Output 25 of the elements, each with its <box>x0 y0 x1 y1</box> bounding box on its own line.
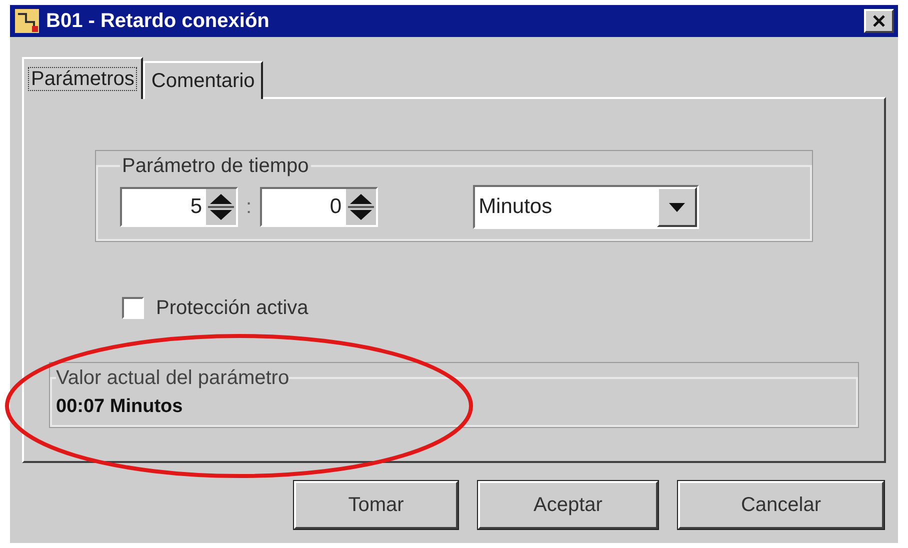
spin-field[interactable]: 5 <box>120 187 238 227</box>
spinner-arrows-icon[interactable] <box>206 189 236 225</box>
dialog-button[interactable]: Tomar <box>294 481 458 529</box>
close-button[interactable] <box>864 9 894 33</box>
dialog-button[interactable]: Cancelar <box>678 481 884 529</box>
dialog-button[interactable]: Aceptar <box>478 481 658 529</box>
group-title: Parámetro de tiempo <box>121 154 310 179</box>
tab[interactable]: Parámetros <box>22 57 144 99</box>
current-value: 00:07 Minutos <box>56 395 184 419</box>
dropdown-button[interactable] <box>656 187 697 227</box>
spin-value: 0 <box>328 194 343 220</box>
spin-value: 5 <box>189 194 203 220</box>
tab[interactable]: Comentario <box>143 61 263 99</box>
time-separator: : <box>246 195 252 220</box>
checkbox[interactable] <box>122 297 144 319</box>
close-icon <box>872 15 886 27</box>
group-title: Valor actual del parámetro <box>56 366 290 391</box>
caret-icon <box>668 202 685 212</box>
checkbox-label: Protección activa <box>156 296 308 321</box>
spinner-arrows-icon[interactable] <box>346 189 376 225</box>
window-title: B01 - Retardo conexión <box>46 9 270 34</box>
app-icon <box>14 8 40 34</box>
unit-dropdown[interactable]: Minutos <box>472 185 699 229</box>
spin-field[interactable]: 0 <box>260 187 378 227</box>
dropdown-value: Minutos <box>478 194 554 220</box>
